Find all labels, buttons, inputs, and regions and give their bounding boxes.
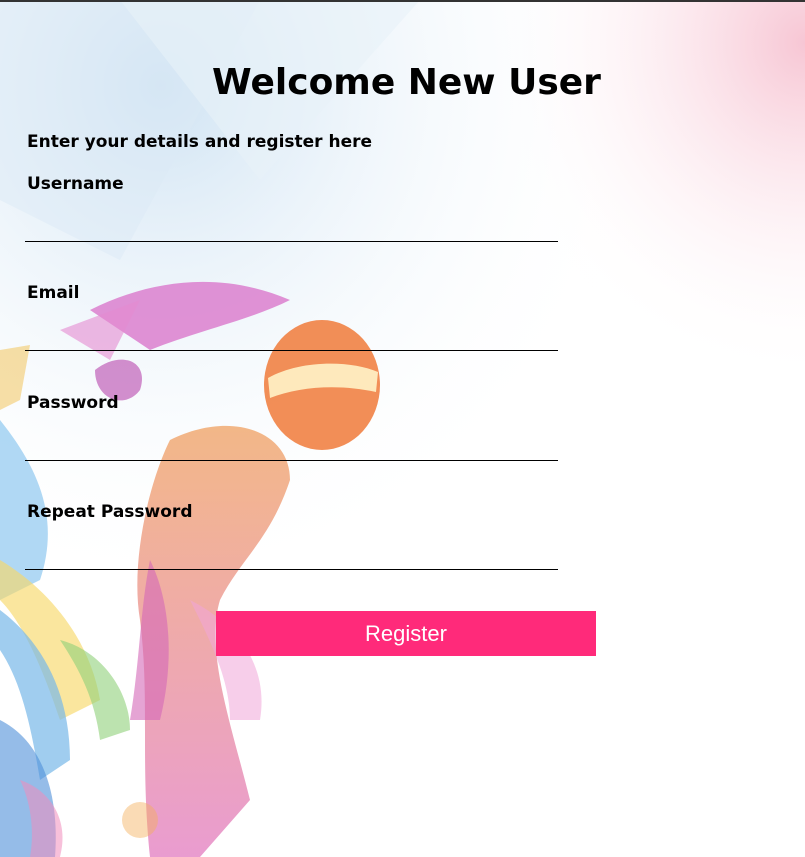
password-label: Password xyxy=(27,393,119,413)
page-subtitle: Enter your details and register here xyxy=(27,132,373,152)
page-title: Welcome New User xyxy=(212,62,601,103)
registration-panel: Welcome New User Enter your details and … xyxy=(0,0,805,857)
register-button[interactable]: Register xyxy=(216,611,596,656)
repeat-password-label: Repeat Password xyxy=(27,502,193,522)
repeat-password-field[interactable] xyxy=(25,539,558,570)
username-label: Username xyxy=(27,174,124,194)
email-field[interactable] xyxy=(25,320,558,351)
window-top-border xyxy=(0,0,805,2)
email-label: Email xyxy=(27,283,80,303)
username-field[interactable] xyxy=(25,211,558,242)
password-field[interactable] xyxy=(25,430,558,461)
